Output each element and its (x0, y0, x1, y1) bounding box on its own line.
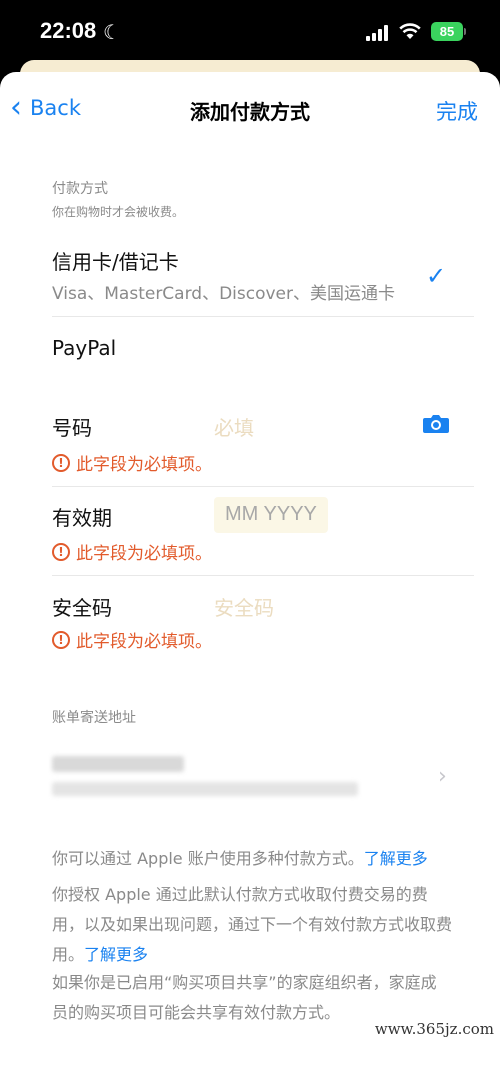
error-text: 此字段为必填项。 (76, 632, 212, 652)
redacted-address-line (52, 782, 358, 796)
cvv-input[interactable]: 安全码 (214, 592, 274, 621)
footer-note-3: 如果你是已启用“购买项目共享”的家庭组织者，家庭成员的购买项目可能会共享有效付款… (52, 973, 437, 1022)
footer-note-1: 你可以通过 Apple 账户使用多种付款方式。了解更多 (52, 849, 428, 868)
chevron-right-icon: › (438, 764, 447, 789)
cvv-error: ! 此字段为必填项。 (52, 627, 212, 652)
camera-icon[interactable] (423, 413, 449, 433)
billing-section-title: 账单寄送地址 (52, 710, 136, 726)
learn-more-link[interactable]: 了解更多 (84, 945, 148, 964)
paypal-option[interactable]: PayPal (52, 336, 116, 360)
payment-section-title: 付款方式 (52, 181, 108, 197)
done-button[interactable]: 完成 (436, 96, 478, 126)
checkmark-icon: ✓ (426, 262, 447, 290)
moon-icon: ☾ (103, 20, 121, 44)
divider (52, 316, 474, 317)
card-number-input[interactable]: 必填 (214, 412, 254, 441)
error-text: 此字段为必填项。 (76, 544, 212, 564)
redacted-address-line (52, 756, 184, 772)
divider (52, 486, 474, 487)
battery-icon: 85 (431, 22, 463, 41)
divider (52, 575, 474, 576)
signal-icon (366, 25, 388, 41)
error-text: 此字段为必填项。 (76, 455, 212, 475)
footer-note-2: 你授权 Apple 通过此默认付款方式收取付费交易的费用，以及如果出现问题，通过… (52, 885, 453, 964)
card-number-label: 号码 (52, 416, 92, 440)
learn-more-link[interactable]: 了解更多 (364, 849, 428, 868)
error-icon: ! (52, 453, 70, 472)
payment-section-subtitle: 你在购物时才会被收费。 (52, 205, 185, 219)
error-icon: ! (52, 542, 70, 561)
card-option-title: 信用卡/借记卡 (52, 250, 179, 274)
expiry-placeholder: MM YYYY (225, 503, 317, 525)
battery-tip (464, 28, 466, 35)
status-bar: 22:08 ☾ 85 (0, 0, 500, 66)
card-number-error: ! 此字段为必填项。 (52, 450, 212, 475)
expiry-label: 有效期 (52, 506, 112, 530)
wifi-icon (399, 23, 421, 39)
watermark: www.365jz.com (374, 1020, 494, 1038)
status-time: 22:08 (40, 18, 97, 43)
card-option-subtitle: Visa、MasterCard、Discover、美国运通卡 (52, 284, 396, 304)
expiry-error: ! 此字段为必填项。 (52, 539, 212, 564)
page-title: 添加付款方式 (190, 100, 310, 124)
cvv-label: 安全码 (52, 596, 112, 620)
error-icon: ! (52, 630, 70, 649)
